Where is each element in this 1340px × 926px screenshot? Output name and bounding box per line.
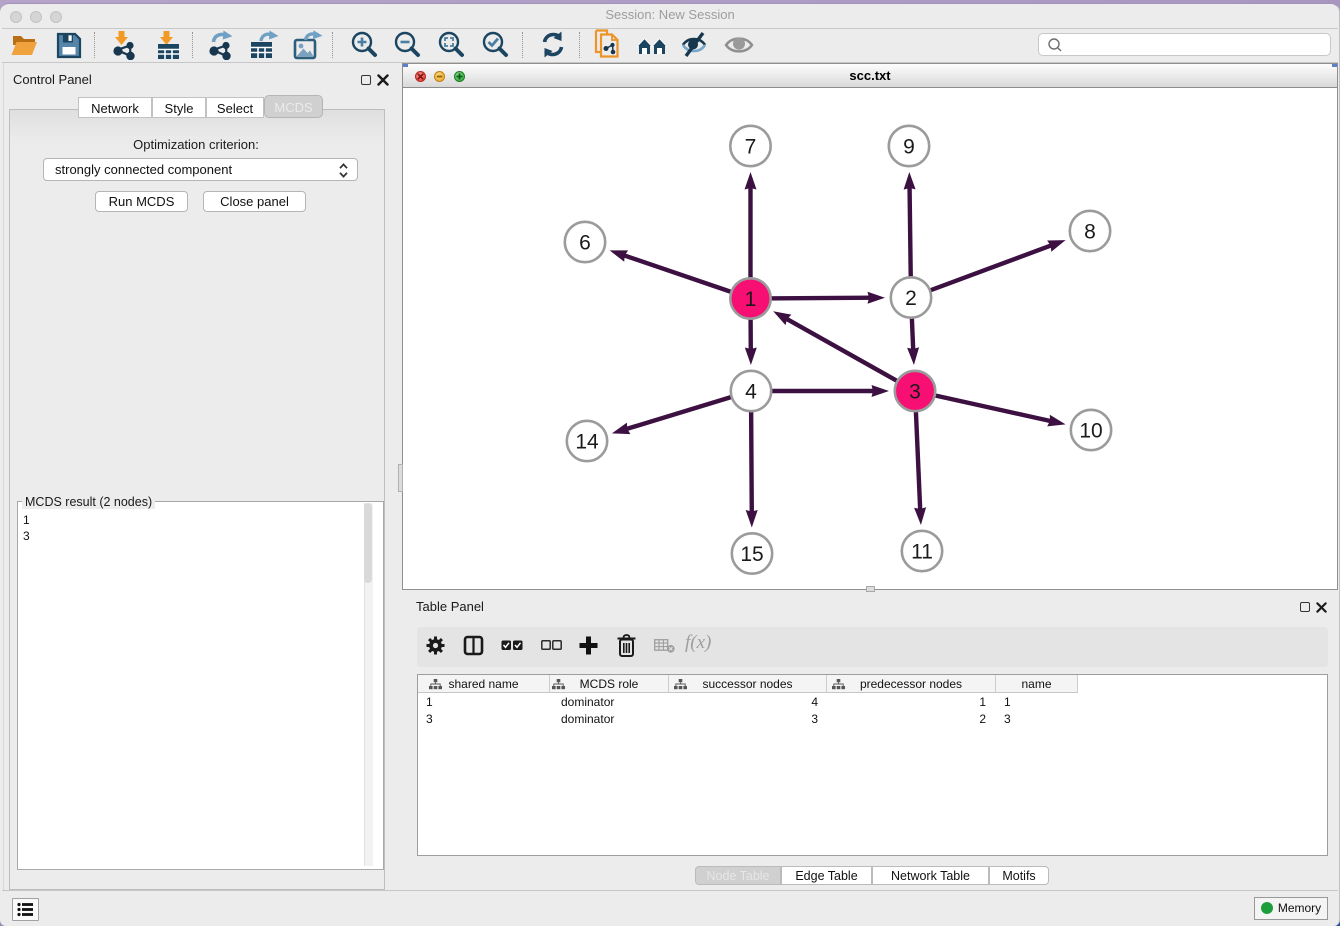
svg-text:10: 10 (1079, 420, 1102, 443)
svg-text:15: 15 (740, 543, 763, 566)
svg-text:6: 6 (579, 232, 591, 255)
svg-text:11: 11 (911, 541, 933, 564)
svg-text:1: 1 (745, 288, 757, 311)
svg-text:7: 7 (745, 136, 757, 159)
svg-text:4: 4 (745, 381, 757, 404)
svg-text:9: 9 (903, 136, 915, 159)
svg-text:8: 8 (1084, 221, 1096, 244)
svg-text:14: 14 (575, 431, 599, 454)
svg-text:2: 2 (905, 287, 917, 310)
svg-text:3: 3 (909, 381, 921, 404)
